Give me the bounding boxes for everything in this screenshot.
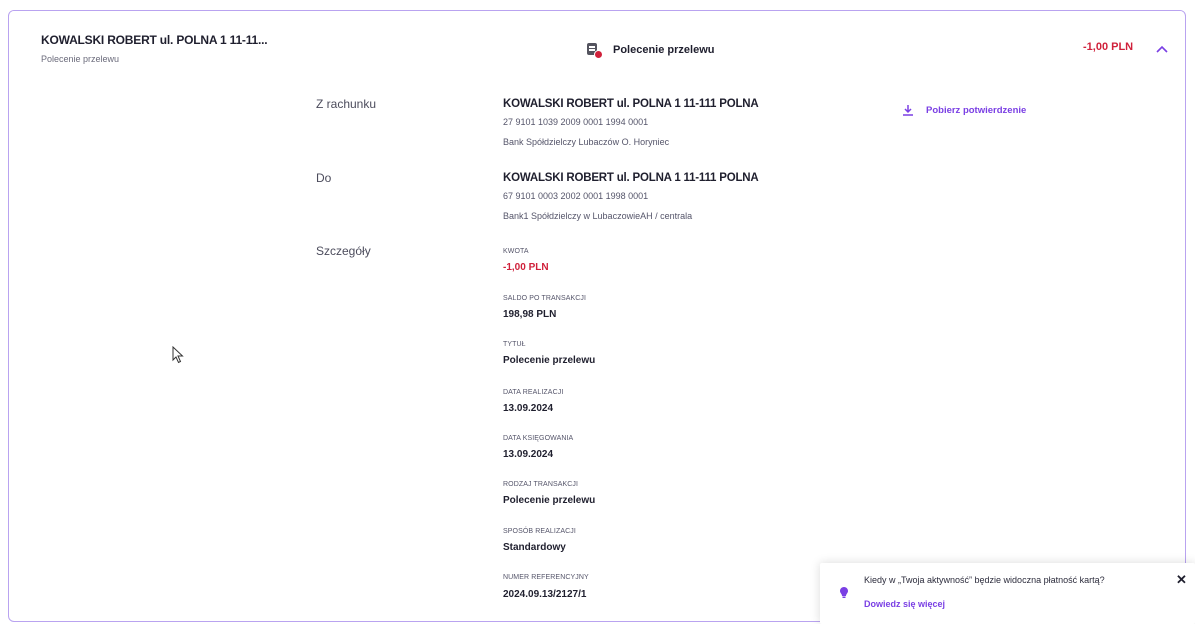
from-account-label: Z rachunku [316, 97, 377, 111]
toast-message: Kiedy w „Twoja aktywność” będzie widoczn… [864, 575, 1105, 585]
detail-value-booking-date: 13.09.2024 [503, 449, 554, 460]
collapse-chevron-up-icon[interactable] [1154, 41, 1170, 57]
detail-label-booking-date: DATA KSIĘGOWANIA [503, 435, 574, 442]
detail-label-transaction-kind: RODZAJ TRANSAKCJI [503, 481, 579, 488]
detail-value-balance: 198,98 PLN [503, 309, 557, 320]
detail-value-reference-number: 2024.09.13/2127/1 [503, 589, 587, 600]
card-payment-info-toast: Kiedy w „Twoja aktywność” będzie widoczn… [820, 563, 1195, 624]
lightbulb-icon [839, 586, 849, 604]
detail-label-amount: KWOTA [503, 248, 529, 255]
detail-label-execution-method: SPOSÓB REALIZACJI [503, 528, 576, 535]
transaction-card: KOWALSKI ROBERT ul. POLNA 1 11-11... Pol… [8, 10, 1186, 622]
from-account-name: KOWALSKI ROBERT ul. POLNA 1 11-111 POLNA [503, 98, 759, 110]
mouse-cursor-icon [172, 345, 184, 369]
learn-more-link[interactable]: Dowiedz się więcej [864, 599, 945, 609]
transfer-document-icon [585, 41, 603, 59]
transaction-subtitle: Polecenie przelewu [41, 54, 120, 64]
from-account-number: 27 9101 1039 2009 0001 1994 0001 [503, 117, 649, 127]
from-bank-name: Bank Spółdzielczy Lubaczów O. Horyniec [503, 137, 670, 147]
download-confirmation-button[interactable]: Pobierz potwierdzenie [902, 104, 1026, 116]
detail-value-transaction-kind: Polecenie przelewu [503, 495, 596, 506]
detail-value-title: Polecenie przelewu [503, 355, 596, 366]
detail-value-execution-method: Standardowy [503, 542, 566, 553]
details-label: Szczegóły [316, 244, 371, 258]
detail-label-title: TYTUŁ [503, 341, 526, 348]
download-icon [903, 105, 913, 116]
transaction-amount: -1,00 PLN [1083, 41, 1134, 53]
to-account-label: Do [316, 171, 332, 185]
transaction-counterparty: KOWALSKI ROBERT ul. POLNA 1 11-11... [41, 33, 268, 47]
transaction-type-label: Polecenie przelewu [613, 44, 715, 56]
to-account-name: KOWALSKI ROBERT ul. POLNA 1 11-111 POLNA [503, 172, 759, 184]
detail-value-amount: -1,00 PLN [503, 262, 549, 273]
detail-label-balance: SALDO PO TRANSAKCJI [503, 295, 587, 302]
detail-label-reference-number: NUMER REFERENCYJNY [503, 574, 589, 581]
card-top-bar [9, 11, 1185, 13]
download-confirmation-label: Pobierz potwierdzenie [926, 104, 1027, 116]
to-account-number: 67 9101 0003 2002 0001 1998 0001 [503, 191, 649, 201]
detail-label-execution-date: DATA REALIZACJI [503, 389, 564, 396]
close-icon[interactable]: ✕ [1176, 572, 1187, 588]
to-bank-name: Bank1 Spółdzielczy w LubaczowieAH / cent… [503, 211, 693, 221]
transaction-type: Polecenie przelewu [585, 41, 714, 59]
detail-value-execution-date: 13.09.2024 [503, 403, 554, 414]
